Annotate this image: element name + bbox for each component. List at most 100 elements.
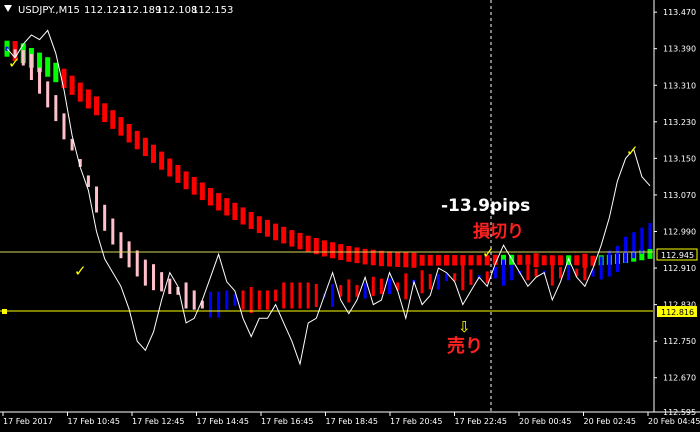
fast-band-bar: [249, 287, 253, 314]
fast-band-bar: [469, 269, 473, 285]
slow-band-bar: [199, 182, 205, 201]
y-tick-label: 113.150: [663, 154, 696, 163]
slow-band-bar: [427, 254, 433, 266]
x-tick-label: 20 Feb 02:45: [584, 417, 636, 426]
fast-band-bar: [371, 276, 375, 296]
slow-band-bar: [305, 235, 311, 252]
slow-band-bar: [346, 245, 352, 262]
slow-band-bar: [85, 89, 91, 109]
fast-band-bar: [363, 283, 367, 299]
slow-band-bar: [468, 255, 474, 266]
stop-loss-label: 損切り: [473, 221, 524, 242]
pips-label: -13.9pips: [441, 196, 530, 216]
fast-band-bar: [160, 272, 164, 292]
fast-band-bar: [607, 250, 611, 277]
fast-band-bar: [192, 290, 196, 310]
fast-band-bar: [225, 290, 229, 310]
y-tick-label: 113.230: [663, 118, 696, 127]
price-tag-upper: 112.945: [661, 251, 694, 260]
chart-header-symbol: USDJPY.,M15: [18, 5, 80, 16]
slow-band-bar: [110, 110, 116, 129]
slow-band-bar: [289, 230, 295, 247]
slow-band-bar: [256, 216, 262, 234]
slow-band-bar: [159, 151, 165, 170]
slow-band-bar: [191, 176, 197, 195]
slow-band-bar: [232, 202, 238, 220]
slow-band-bar: [541, 255, 547, 266]
slow-band-bar: [118, 117, 124, 136]
x-tick-label: 17 Feb 20:45: [390, 417, 442, 426]
fast-band-bar: [184, 282, 188, 309]
fast-band-bar: [420, 270, 424, 294]
slow-band-bar: [362, 248, 368, 265]
slow-band-bar: [321, 240, 327, 257]
chart-header-close: 112.153: [192, 5, 233, 16]
fast-band-bar: [355, 285, 359, 297]
y-tick-label: 113.470: [663, 8, 696, 17]
fast-band-bar: [510, 264, 514, 281]
y-tick-label: 113.390: [663, 45, 696, 54]
x-tick-label: 17 Feb 10:45: [68, 417, 120, 426]
fast-band-bar: [265, 290, 269, 310]
x-tick-label: 17 Feb 2017: [3, 417, 53, 426]
fast-band-bar: [46, 81, 50, 108]
fast-band-bar: [648, 223, 652, 250]
fast-band-bar: [485, 271, 489, 283]
price-chart[interactable]: 113.470 113.390 113.310 113.230 113.150 113.0…: [0, 0, 700, 432]
slow-band-bar: [435, 254, 441, 266]
slow-band-bar: [167, 158, 173, 177]
fast-band-bar: [119, 232, 123, 259]
fast-band-bar: [208, 291, 212, 318]
y-tick-label: 112.990: [663, 227, 696, 236]
fast-band-bar: [111, 218, 115, 245]
slow-band-bar: [403, 252, 409, 268]
fast-band-bar: [428, 274, 432, 290]
slow-band-bar: [395, 251, 401, 267]
slow-band-bar: [533, 253, 539, 268]
fast-band-bar: [599, 256, 603, 280]
fast-band-bar: [62, 113, 66, 140]
slow-band-bar: [647, 248, 653, 259]
fast-band-bar: [290, 282, 294, 309]
fast-band-bar: [29, 53, 33, 80]
x-tick-label: 17 Feb 18:45: [326, 417, 378, 426]
fast-band-bar: [461, 264, 465, 291]
y-tick-label: 112.670: [663, 374, 696, 383]
fast-band-bar: [493, 266, 497, 279]
fast-band-bar: [143, 259, 147, 286]
fast-band-bar: [314, 283, 318, 307]
slow-band-bar: [264, 219, 270, 237]
x-tick-label: 20 Feb 04:45: [648, 417, 700, 426]
slow-band-bar: [452, 255, 458, 266]
slow-band-bar: [517, 254, 523, 265]
y-tick-label: 112.595: [663, 408, 696, 417]
fast-band-bar: [550, 259, 554, 286]
check-mark-icon: ✓: [8, 54, 21, 72]
x-tick-label: 20 Feb 00:45: [519, 417, 571, 426]
slow-band-bar: [419, 254, 425, 266]
fast-band-bar: [567, 264, 571, 281]
sell-label: 売り: [447, 335, 483, 357]
slow-band-bar: [216, 193, 222, 211]
slow-band-bar: [102, 103, 108, 123]
fast-band-bar: [526, 264, 530, 281]
fast-band-bar: [640, 227, 644, 254]
x-tick-label: 17 Feb 22:45: [455, 417, 507, 426]
fast-band-bar: [127, 241, 131, 268]
slow-band-bar: [45, 57, 51, 77]
price-tag-lower: 112.816: [661, 308, 694, 317]
x-tick-label: 17 Feb 14:45: [197, 417, 249, 426]
fast-band-bar: [86, 175, 90, 188]
fast-band-bar: [257, 290, 261, 310]
level-handle-left[interactable]: [2, 309, 7, 314]
slow-band-bar: [151, 144, 157, 163]
fast-band-bar: [217, 291, 221, 318]
slow-band-bar: [224, 198, 230, 216]
fast-band-bar: [388, 278, 392, 295]
check-mark-icon: ✓: [74, 262, 87, 280]
fast-band-bar: [632, 232, 636, 259]
slow-band-bar: [444, 254, 450, 266]
check-mark-icon: ✓: [626, 142, 639, 160]
fast-band-bar: [558, 266, 562, 279]
fast-band-bar: [298, 282, 302, 309]
